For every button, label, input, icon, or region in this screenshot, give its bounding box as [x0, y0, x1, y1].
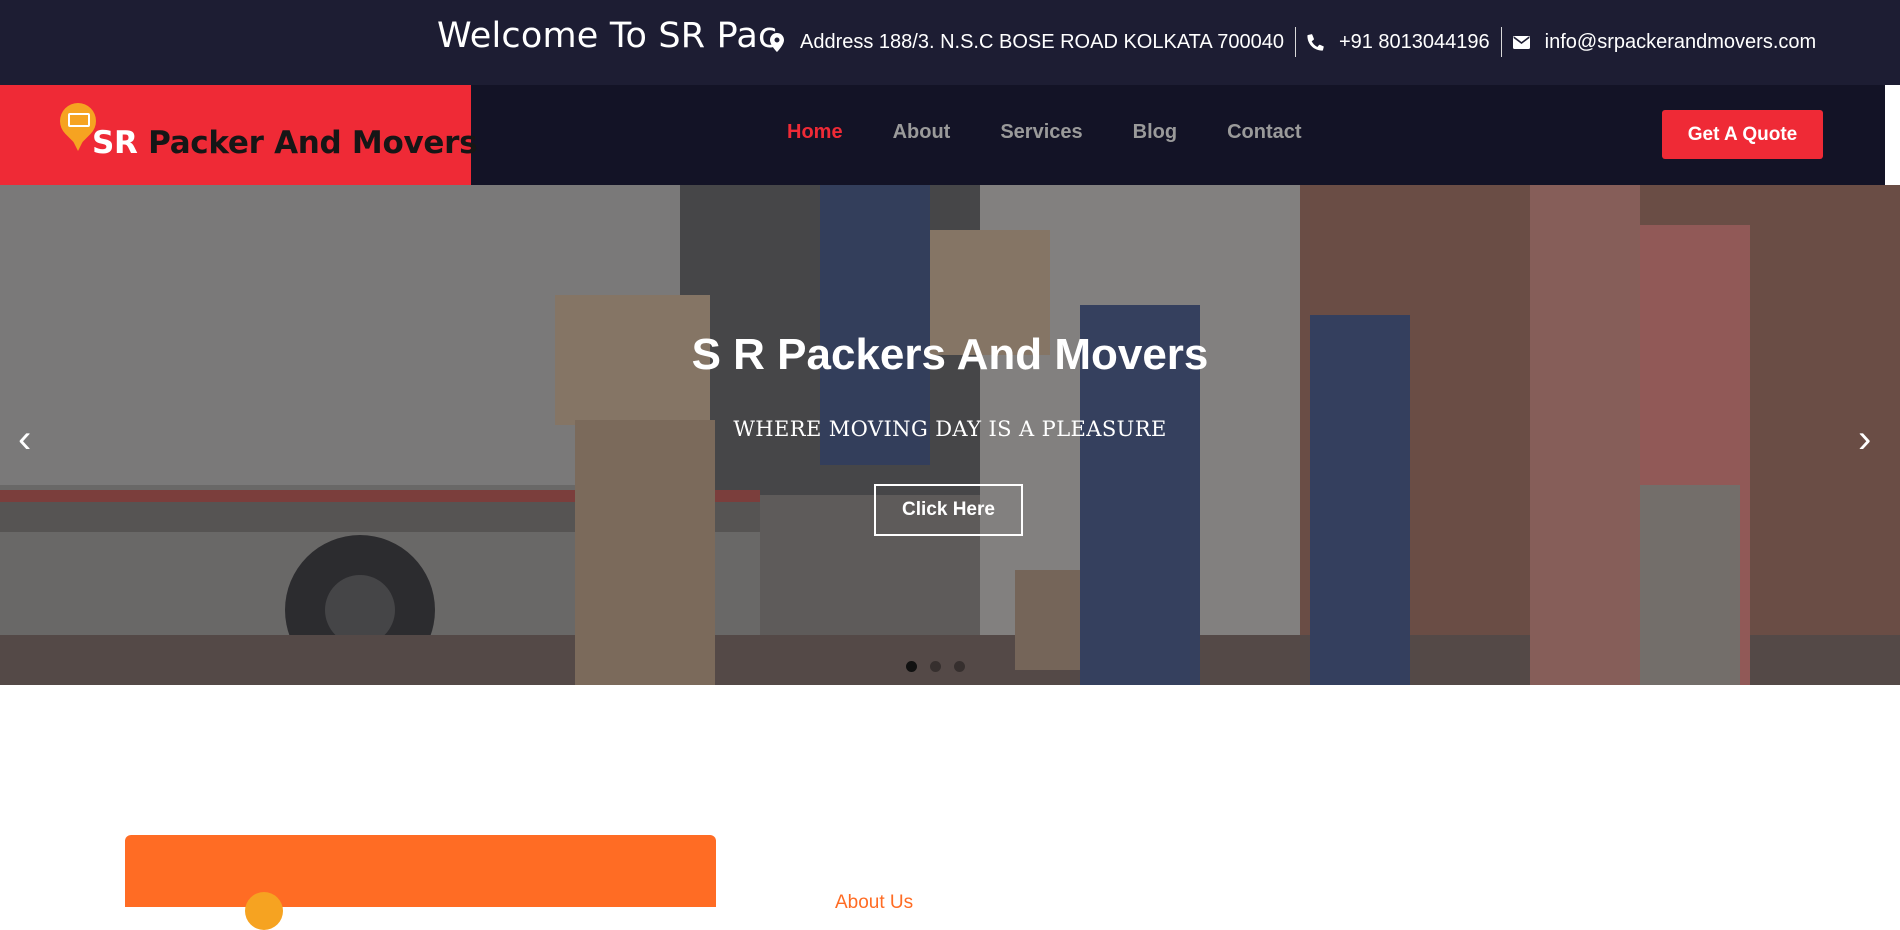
- map-pin-icon: [768, 32, 786, 52]
- about-image-card: [125, 835, 716, 930]
- nav-home[interactable]: Home: [787, 121, 843, 144]
- logo[interactable]: SR Packer And Movers: [0, 85, 478, 185]
- about-section-label: About Us: [835, 892, 914, 913]
- phone-text[interactable]: +91 8013044196: [1339, 31, 1490, 54]
- logo-text: SR Packer And Movers: [92, 125, 478, 161]
- get-quote-button[interactable]: Get A Quote: [1662, 110, 1823, 159]
- truck-icon: [68, 113, 90, 127]
- phone-icon: [1307, 32, 1325, 52]
- main-nav: Home About Services Blog Contact: [787, 121, 1352, 144]
- hero-slider: ‹ › S R Packers And Movers WHERE MOVING …: [0, 185, 1900, 685]
- site-header: SR Packer And Movers Home About Services…: [0, 85, 1900, 185]
- slider-dot-1[interactable]: [906, 661, 917, 672]
- address-text: Address 188/3. N.S.C BOSE ROAD KOLKATA 7…: [800, 30, 1284, 53]
- click-here-button[interactable]: Click Here: [874, 484, 1023, 536]
- slider-dot-3[interactable]: [954, 661, 965, 672]
- nav-services[interactable]: Services: [1000, 121, 1082, 144]
- nav-about[interactable]: About: [893, 121, 951, 144]
- top-bar: Welcome To SR Pac Address 188/3. N.S.C B…: [0, 0, 1900, 85]
- welcome-text: Welcome To SR Pac: [437, 16, 778, 56]
- email-item[interactable]: info@srpackerandmovers.com: [1513, 27, 1817, 57]
- phone-item[interactable]: +91 8013044196: [1307, 27, 1490, 57]
- address-item: Address 188/3. N.S.C BOSE ROAD KOLKATA 7…: [768, 27, 1284, 57]
- hero-subtitle: WHERE MOVING DAY IS A PLEASURE: [733, 417, 1167, 441]
- logo-pin-icon: [245, 892, 283, 930]
- nav-blog[interactable]: Blog: [1133, 121, 1177, 144]
- logo-text-sr: SR: [92, 125, 138, 161]
- nav-contact[interactable]: Contact: [1227, 121, 1301, 144]
- divider: [1500, 27, 1502, 57]
- logo-text-rest: Packer And Movers: [137, 125, 478, 161]
- slider-dots: [906, 661, 965, 672]
- contact-info: Address 188/3. N.S.C BOSE ROAD KOLKATA 7…: [768, 27, 1816, 57]
- scrollbar-gap: [1885, 85, 1900, 185]
- envelope-icon: [1513, 32, 1531, 52]
- slider-dot-2[interactable]: [930, 661, 941, 672]
- logo-pin-tip: [67, 129, 89, 151]
- divider: [1294, 27, 1296, 57]
- email-text[interactable]: info@srpackerandmovers.com: [1545, 31, 1817, 54]
- hero-title: S R Packers And Movers: [691, 330, 1209, 379]
